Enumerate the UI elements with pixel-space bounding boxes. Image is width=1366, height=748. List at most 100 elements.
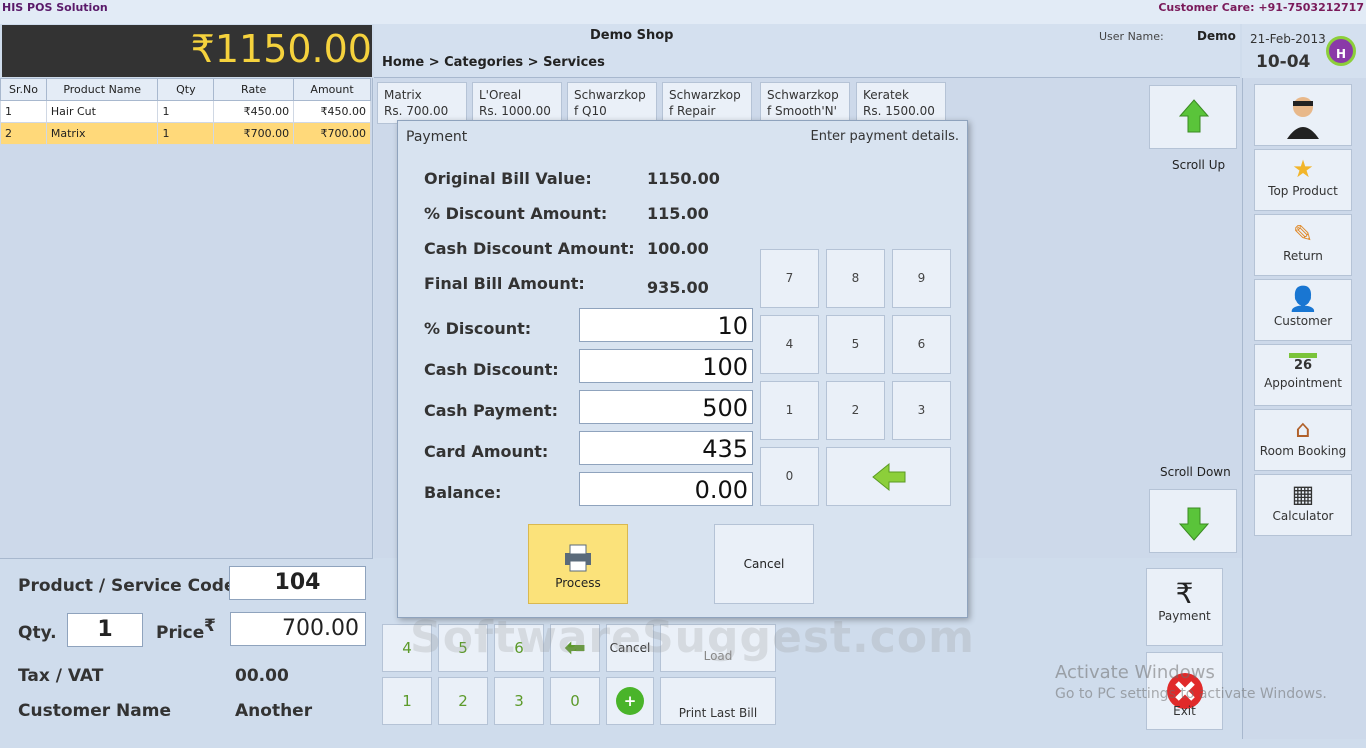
- dlg-key-1[interactable]: 1: [760, 381, 819, 440]
- cell-sr: 1: [0, 100, 47, 123]
- cash-discount-amount-label: Cash Discount Amount:: [424, 239, 635, 258]
- dialog-cancel-button[interactable]: Cancel: [714, 524, 814, 604]
- calculator-label: Calculator: [1272, 509, 1334, 523]
- arrow-down-icon: [1178, 507, 1210, 541]
- code-label: Product / Service Code: [18, 576, 236, 596]
- dlg-key-2[interactable]: 2: [826, 381, 885, 440]
- pencil-icon: ✎: [1292, 220, 1314, 248]
- app-title: HIS POS Solution: [2, 1, 108, 14]
- balance-input[interactable]: 0.00: [579, 472, 753, 506]
- user-name-value: Demo: [1197, 29, 1236, 43]
- cell-amount: ₹450.00: [293, 100, 371, 123]
- qty-input[interactable]: 1: [67, 613, 143, 647]
- tax-label: Tax / VAT: [18, 666, 104, 686]
- total-amount: ₹1150.00: [190, 27, 372, 71]
- rupee-symbol: ₹: [204, 616, 216, 636]
- balance-label: Balance:: [424, 483, 502, 502]
- qty-label: Qty.: [18, 623, 57, 643]
- print-last-bill-button[interactable]: Print Last Bill: [660, 677, 776, 725]
- product-tile-keratek[interactable]: Keratek Rs. 1500.00: [856, 82, 946, 124]
- key-2[interactable]: 2: [438, 677, 488, 725]
- table-row[interactable]: 1 Hair Cut 1 ₹450.00 ₹450.00: [0, 100, 371, 123]
- scroll-down-button[interactable]: [1149, 489, 1237, 553]
- final-bill-value: 935.00: [647, 278, 709, 297]
- product-price: Rs. 700.00: [384, 104, 449, 118]
- scroll-up-button[interactable]: [1149, 85, 1237, 149]
- cash-discount-label: Cash Discount:: [424, 360, 559, 379]
- cell-qty: 1: [157, 122, 215, 145]
- cell-amount: ₹700.00: [293, 122, 371, 145]
- cart-header-row: Sr.No Product Name Qty Rate Amount: [0, 78, 371, 101]
- dlg-key-5[interactable]: 5: [826, 315, 885, 374]
- product-tile-loreal[interactable]: L'Oreal Rs. 1000.00: [472, 82, 562, 124]
- activate-windows-sub: Go to PC settings to activate Windows.: [1055, 686, 1327, 702]
- payment-button[interactable]: ₹ Payment: [1146, 568, 1223, 646]
- tax-value: 00.00: [235, 666, 289, 686]
- dlg-key-7[interactable]: 7: [760, 249, 819, 308]
- dlg-key-8[interactable]: 8: [826, 249, 885, 308]
- payment-dialog: Payment Enter payment details. Original …: [397, 120, 968, 618]
- product-code-input[interactable]: 104: [229, 566, 366, 600]
- user-avatar-button[interactable]: [1254, 84, 1352, 146]
- calculator-button[interactable]: ▦ Calculator: [1254, 474, 1352, 536]
- cell-name: Hair Cut: [45, 100, 159, 123]
- product-tile-matrix[interactable]: Matrix Rs. 700.00: [377, 82, 467, 124]
- printer-icon: [565, 544, 591, 572]
- dlg-key-0[interactable]: 0: [760, 447, 819, 506]
- appointment-button[interactable]: 26 Appointment: [1254, 344, 1352, 406]
- dlg-key-3[interactable]: 3: [892, 381, 951, 440]
- calculator-icon: ▦: [1291, 480, 1315, 508]
- star-icon: ★: [1292, 155, 1314, 183]
- key-0[interactable]: 0: [550, 677, 600, 725]
- product-name: Schwarzkop f Q10: [574, 88, 646, 118]
- total-display: ₹1150.00: [2, 25, 372, 77]
- cart-panel: Sr.No Product Name Qty Rate Amount 1 Hai…: [0, 78, 373, 558]
- top-product-button[interactable]: ★ Top Product: [1254, 149, 1352, 211]
- return-label: Return: [1283, 249, 1323, 263]
- dialog-title: Payment: [406, 129, 468, 145]
- product-tile-schwarzkopf-smooth[interactable]: Schwarzkop f Smooth'N': [760, 82, 850, 124]
- house-icon: ⌂: [1295, 415, 1311, 443]
- cell-sr: 2: [0, 122, 47, 145]
- key-3[interactable]: 3: [494, 677, 544, 725]
- cash-discount-amount-value: 100.00: [647, 239, 709, 258]
- process-button[interactable]: Process: [528, 524, 628, 604]
- product-tile-schwarzkopf-repair[interactable]: Schwarzkop f Repair: [662, 82, 752, 124]
- scroll-up-label: Scroll Up: [1172, 158, 1226, 172]
- person-icon: 👤: [1288, 285, 1318, 313]
- key-1[interactable]: 1: [382, 677, 432, 725]
- scroll-down-label: Scroll Down: [1160, 465, 1231, 479]
- breadcrumb[interactable]: Home > Categories > Services: [382, 55, 605, 70]
- customer-button[interactable]: 👤 Customer: [1254, 279, 1352, 341]
- rupee-check-icon: ₹: [1175, 577, 1194, 610]
- pct-discount-amount-value: 115.00: [647, 204, 709, 223]
- original-bill-label: Original Bill Value:: [424, 169, 592, 188]
- dlg-key-6[interactable]: 6: [892, 315, 951, 374]
- col-product-name: Product Name: [45, 78, 159, 101]
- avatar-icon: [1287, 97, 1319, 139]
- customer-care: Customer Care: +91-7503212717: [1158, 1, 1364, 14]
- card-amount-input[interactable]: 435: [579, 431, 753, 465]
- dlg-key-4[interactable]: 4: [760, 315, 819, 374]
- customer-label: Customer: [1273, 314, 1333, 328]
- arrow-up-icon: [1178, 99, 1210, 133]
- add-button[interactable]: +: [606, 677, 654, 725]
- dlg-key-9[interactable]: 9: [892, 249, 951, 308]
- cash-payment-input[interactable]: 500: [579, 390, 753, 424]
- process-label: Process: [555, 576, 601, 590]
- product-tile-schwarzkopf-q10[interactable]: Schwarzkop f Q10: [567, 82, 657, 124]
- card-amount-label: Card Amount:: [424, 442, 549, 461]
- cash-discount-input[interactable]: 100: [579, 349, 753, 383]
- pct-discount-input[interactable]: 10: [579, 308, 753, 342]
- table-row[interactable]: 2 Matrix 1 ₹700.00 ₹700.00: [0, 122, 371, 145]
- dlg-backspace-button[interactable]: [826, 447, 951, 506]
- pct-discount-label: % Discount:: [424, 319, 532, 338]
- price-input[interactable]: 700.00: [230, 612, 366, 646]
- return-button[interactable]: ✎ Return: [1254, 214, 1352, 276]
- arrow-left-icon: [871, 462, 905, 492]
- original-bill-value: 1150.00: [647, 169, 720, 188]
- shop-name: Demo Shop: [590, 28, 674, 43]
- product-name: Schwarzkop f Smooth'N': [767, 88, 839, 118]
- room-booking-button[interactable]: ⌂ Room Booking: [1254, 409, 1352, 471]
- appointment-label: Appointment: [1264, 376, 1342, 390]
